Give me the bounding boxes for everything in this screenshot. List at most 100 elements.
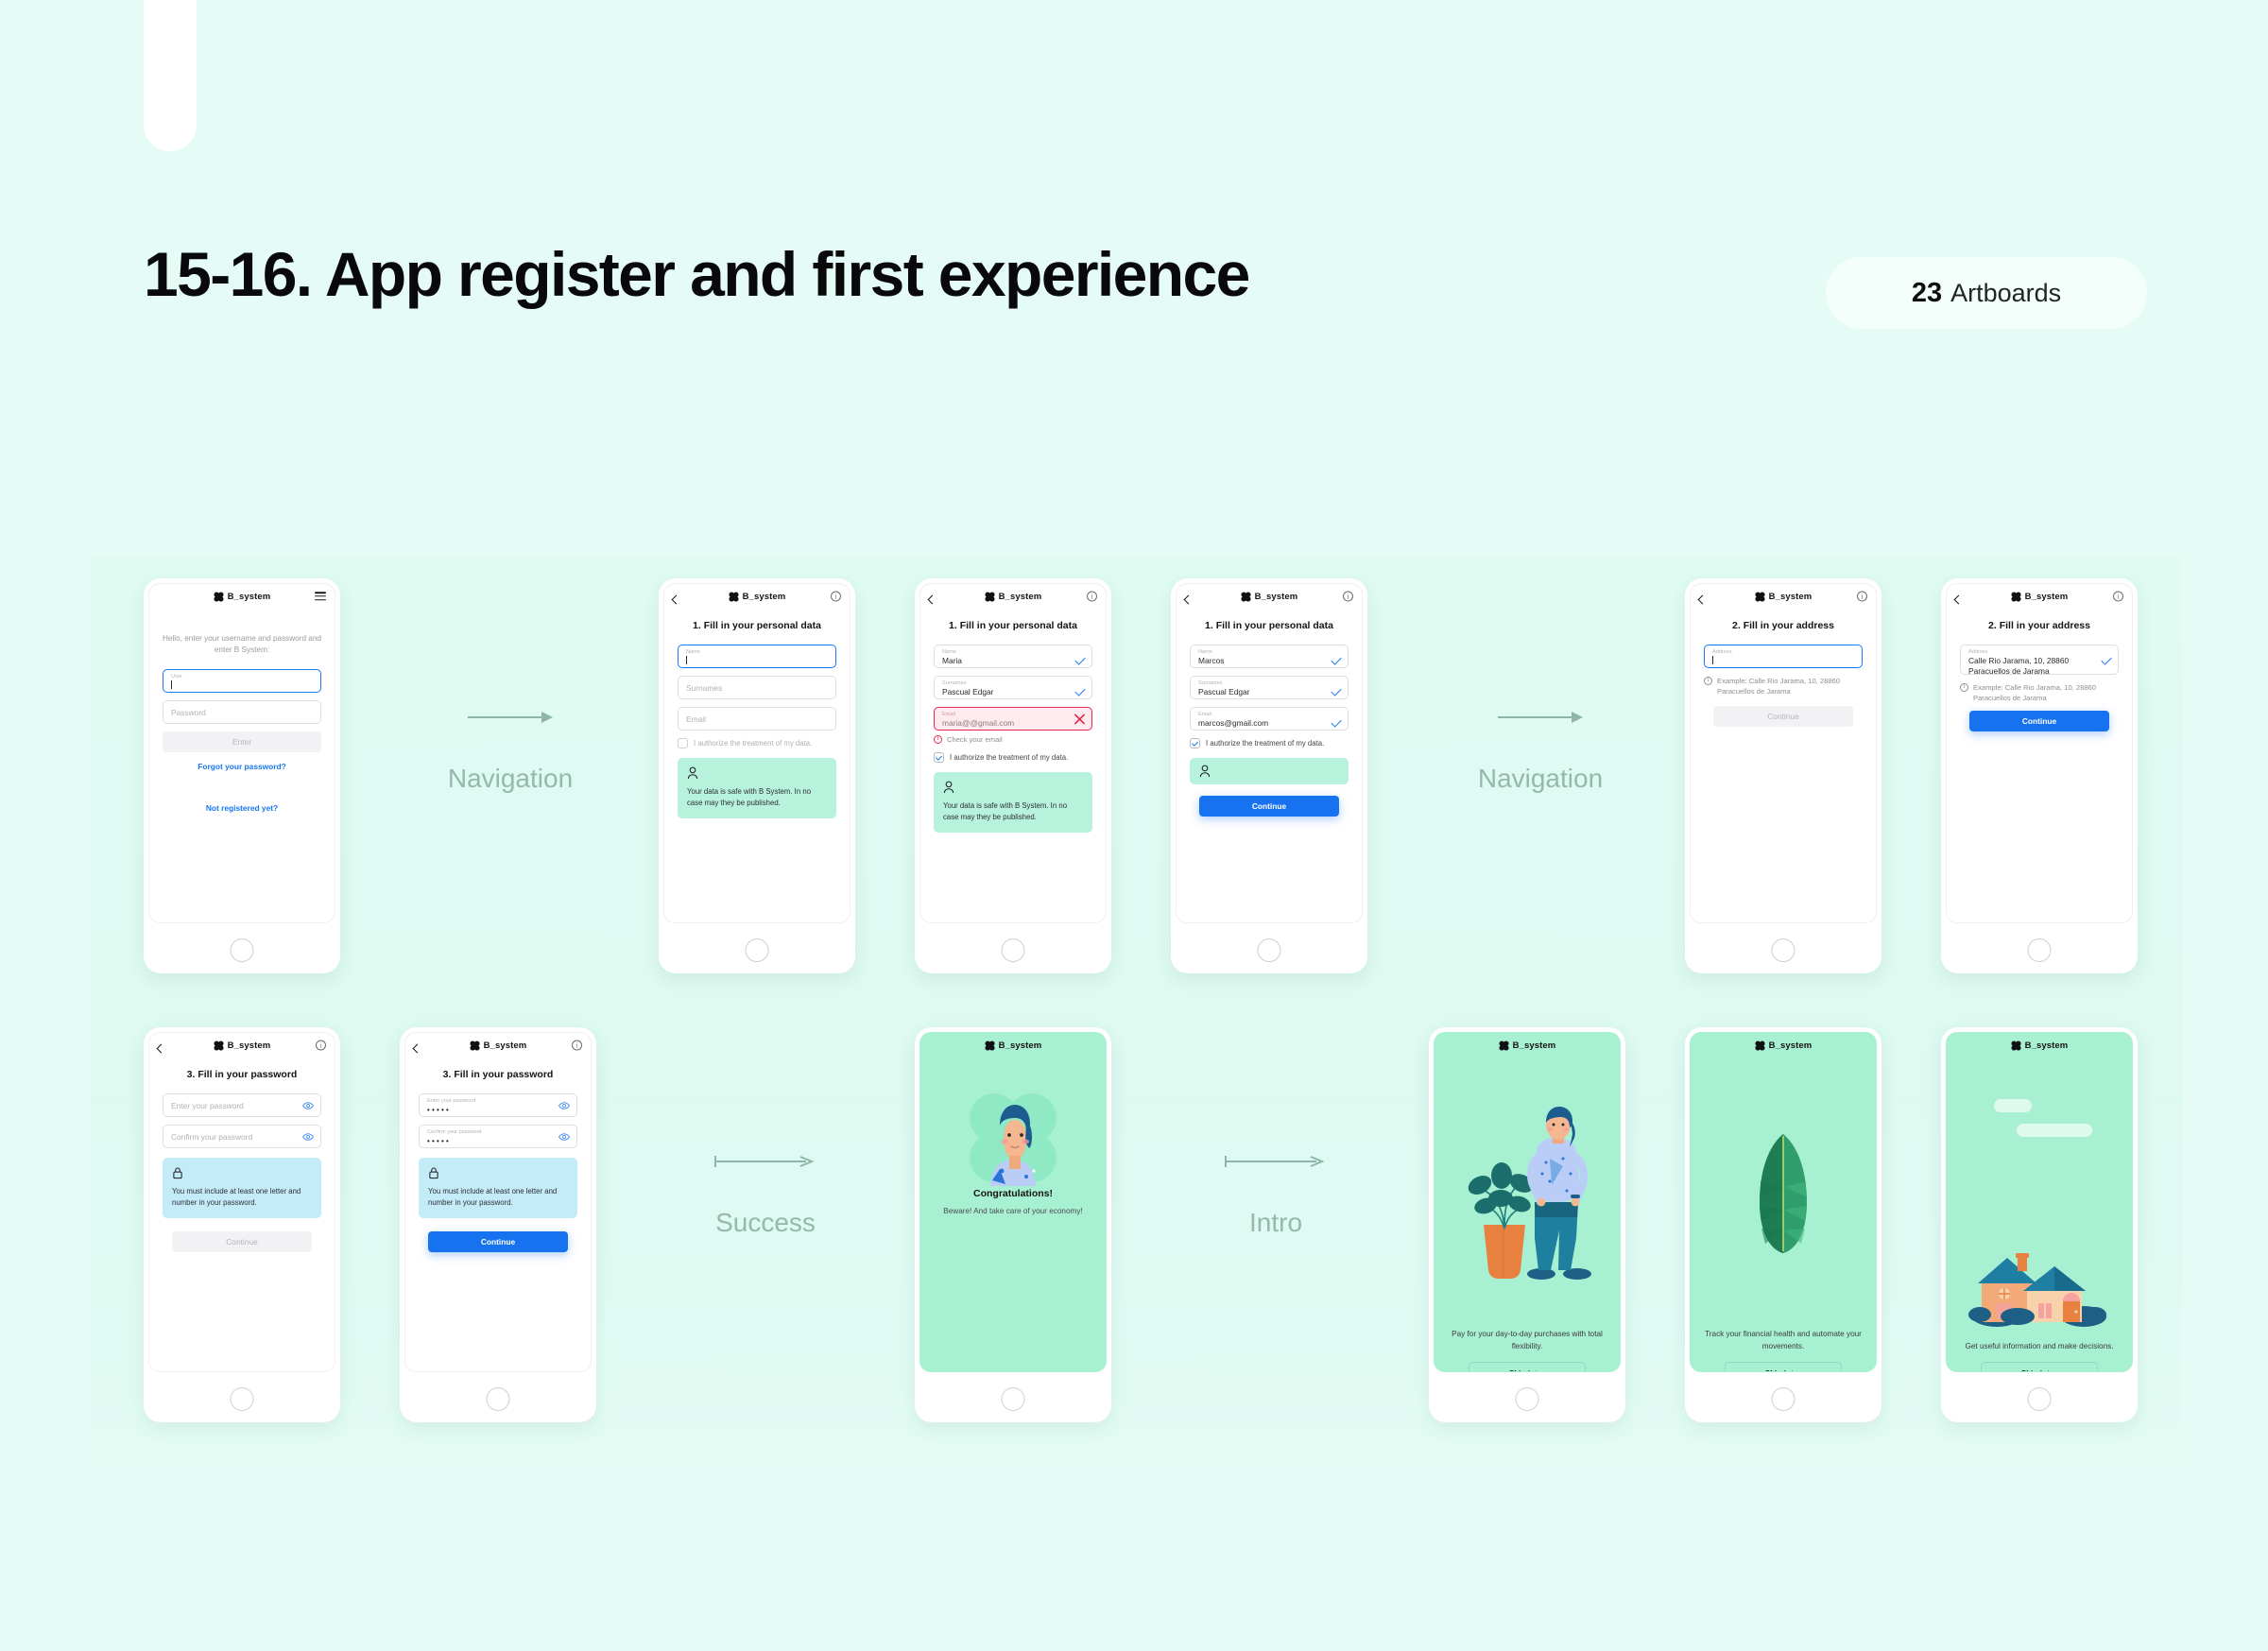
menu-icon[interactable] bbox=[315, 590, 326, 602]
consent-label: I authorize the treatment of my data. bbox=[1206, 739, 1325, 748]
password-field[interactable]: Password bbox=[163, 699, 321, 724]
step-title: 1. Fill in your personal data bbox=[949, 620, 1077, 631]
forgot-password-link[interactable]: Forgot your password? bbox=[163, 762, 321, 771]
info-icon[interactable]: i bbox=[1087, 591, 1097, 602]
phone-personal-empty: B_system i 1. Fill in your personal data… bbox=[659, 578, 855, 973]
arrow-right-icon bbox=[1498, 712, 1583, 723]
intro-3-text: Get useful information and make decision… bbox=[1965, 1341, 2114, 1350]
info-circle-icon: i bbox=[1960, 683, 1968, 692]
info-icon[interactable]: i bbox=[316, 1040, 326, 1051]
home-button[interactable] bbox=[1771, 938, 1796, 962]
home-button[interactable] bbox=[1771, 1387, 1796, 1411]
address-value: Calle Rio Jarama, 10, 28860 Paracuellos … bbox=[1968, 656, 2070, 676]
continue-button[interactable]: Continue bbox=[428, 1231, 568, 1253]
password-rule-card: You must include at least one letter and… bbox=[163, 1158, 321, 1219]
email-field[interactable]: Email bbox=[678, 707, 836, 731]
info-icon[interactable]: i bbox=[572, 1040, 582, 1051]
personal-valid-body: 1. Fill in your personal data Name Marco… bbox=[1177, 620, 1362, 817]
info-icon[interactable]: i bbox=[1857, 591, 1867, 602]
eye-icon[interactable] bbox=[558, 1132, 570, 1141]
home-button[interactable] bbox=[230, 1387, 254, 1411]
skip-intro-button[interactable]: Skip intro bbox=[1725, 1362, 1842, 1371]
arrow-right-icon bbox=[714, 1156, 815, 1167]
password-placeholder: Password bbox=[171, 707, 206, 717]
continue-button[interactable]: Continue bbox=[1713, 706, 1853, 727]
home-button[interactable] bbox=[230, 938, 254, 962]
back-icon[interactable] bbox=[412, 1043, 422, 1054]
email-error-text: Check your email bbox=[947, 735, 1003, 744]
user-icon bbox=[687, 766, 698, 780]
consent-checkbox[interactable] bbox=[1190, 738, 1200, 748]
home-button[interactable] bbox=[2027, 938, 2052, 962]
login-body: Hello, enter your username and password … bbox=[149, 633, 335, 813]
skip-intro-button[interactable]: Skip intro bbox=[1981, 1362, 2098, 1371]
b-system-logo-icon bbox=[1755, 591, 1765, 602]
password-field[interactable]: Enter your password ••••• bbox=[419, 1093, 577, 1117]
brand-name: B_system bbox=[1512, 1040, 1556, 1051]
password-field[interactable]: Enter your password bbox=[163, 1093, 321, 1117]
username-field[interactable]: User bbox=[163, 668, 321, 693]
continue-button[interactable]: Continue bbox=[1969, 711, 2109, 731]
eye-icon[interactable] bbox=[302, 1101, 314, 1109]
surnames-field[interactable]: Surnames bbox=[678, 676, 836, 699]
eye-icon[interactable] bbox=[302, 1132, 314, 1141]
flow-label: Intro bbox=[1248, 1208, 1303, 1237]
brand-name: B_system bbox=[483, 1040, 527, 1051]
eye-icon[interactable] bbox=[558, 1101, 570, 1109]
back-icon[interactable] bbox=[671, 594, 681, 605]
address-field[interactable]: Address bbox=[1704, 645, 1863, 668]
continue-button[interactable]: Continue bbox=[1199, 796, 1339, 817]
home-button[interactable] bbox=[2027, 1387, 2052, 1411]
confirm-password-field[interactable]: Confirm your password ••••• bbox=[419, 1125, 577, 1148]
home-button[interactable] bbox=[1257, 938, 1281, 962]
home-button[interactable] bbox=[1001, 938, 1025, 962]
flow-label: Navigation bbox=[1477, 764, 1604, 793]
back-icon[interactable] bbox=[1697, 594, 1708, 605]
confirm-password-field[interactable]: Confirm your password bbox=[163, 1125, 321, 1148]
address-field[interactable]: Address Calle Rio Jarama, 10, 28860 Para… bbox=[1960, 645, 2119, 676]
screen-address-filled: B_system i 2. Fill in your address Addre… bbox=[1946, 583, 2133, 923]
artboard-count-label: Artboards bbox=[1950, 278, 2062, 307]
back-icon[interactable] bbox=[1953, 594, 1964, 605]
brand-lockup: B_system bbox=[985, 592, 1042, 602]
home-button[interactable] bbox=[745, 938, 769, 962]
skip-intro-button[interactable]: Skip intro bbox=[1469, 1362, 1586, 1371]
name-label: Name bbox=[1198, 649, 1212, 655]
phone-password-empty: B_system i 3. Fill in your password Ente… bbox=[144, 1027, 340, 1422]
consent-checkbox[interactable] bbox=[934, 752, 944, 763]
brand-name: B_system bbox=[1768, 1040, 1813, 1051]
info-icon[interactable]: i bbox=[831, 591, 841, 602]
not-registered-link[interactable]: Not registered yet? bbox=[163, 803, 321, 813]
home-button[interactable] bbox=[1515, 1387, 1539, 1411]
home-button[interactable] bbox=[486, 1387, 510, 1411]
address-example-row: i Example: Calle Rio Jarama, 10, 28860 P… bbox=[1704, 676, 1863, 697]
email-field[interactable]: Email maria@@gmail.com bbox=[934, 707, 1092, 731]
back-icon[interactable] bbox=[1183, 594, 1194, 605]
consent-row[interactable]: I authorize the treatment of my data. bbox=[678, 738, 836, 748]
surnames-value: Pascual Edgar bbox=[942, 687, 994, 697]
consent-row[interactable]: I authorize the treatment of my data. bbox=[934, 752, 1092, 763]
screen-header: B_system i bbox=[149, 1033, 335, 1058]
back-icon[interactable] bbox=[927, 594, 937, 605]
consent-checkbox[interactable] bbox=[678, 738, 688, 748]
name-field[interactable]: Name bbox=[678, 645, 836, 668]
enter-button[interactable]: Enter bbox=[163, 731, 321, 752]
back-icon[interactable] bbox=[156, 1043, 166, 1054]
info-icon[interactable]: i bbox=[1343, 591, 1353, 602]
name-field[interactable]: Name Maria bbox=[934, 645, 1092, 668]
home-button[interactable] bbox=[1001, 1387, 1025, 1411]
consent-row[interactable]: I authorize the treatment of my data. bbox=[1190, 738, 1349, 748]
surnames-field[interactable]: Surnames Pascual Edgar bbox=[1190, 676, 1349, 699]
brand-lockup: B_system bbox=[1755, 1040, 1813, 1051]
surnames-field[interactable]: Surnames Pascual Edgar bbox=[934, 676, 1092, 699]
name-field[interactable]: Name Marcos bbox=[1190, 645, 1349, 668]
step-title: 1. Fill in your personal data bbox=[693, 620, 821, 631]
continue-button[interactable]: Continue bbox=[172, 1231, 312, 1253]
info-icon[interactable]: i bbox=[2113, 591, 2123, 602]
address-value bbox=[1712, 656, 1854, 666]
password-rule-text: You must include at least one letter and… bbox=[172, 1187, 301, 1207]
email-field[interactable]: Email marcos@gmail.com bbox=[1190, 707, 1349, 731]
step-title: 3. Fill in your password bbox=[442, 1069, 554, 1080]
brand-lockup: B_system bbox=[214, 592, 271, 602]
screen-header: B_system bbox=[920, 1033, 1106, 1058]
